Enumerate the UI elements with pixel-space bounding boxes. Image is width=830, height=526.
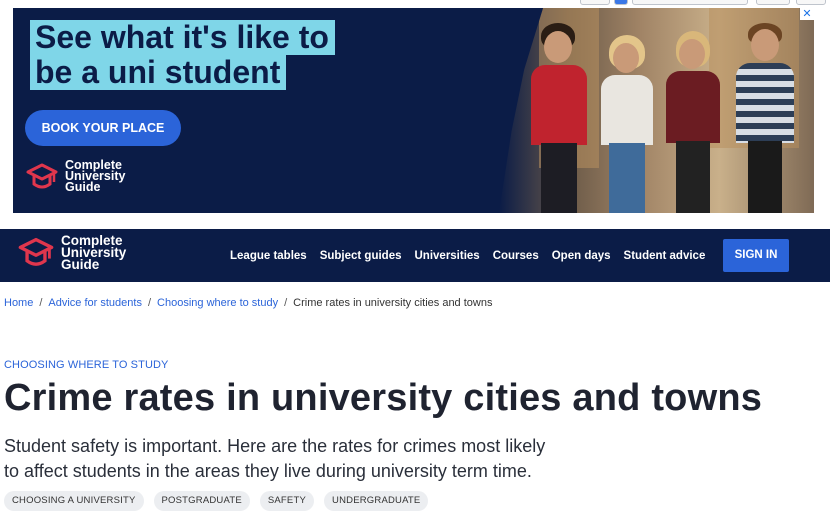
breadcrumb-separator: / bbox=[147, 297, 152, 309]
nav-links: League tables Subject guides Universitie… bbox=[230, 229, 718, 282]
browser-control bbox=[580, 0, 610, 5]
nav-link-subject-guides[interactable]: Subject guides bbox=[320, 250, 402, 262]
ad-headline-line2: be a uni student bbox=[30, 55, 287, 90]
breadcrumb-current: Crime rates in university cities and tow… bbox=[293, 297, 493, 309]
sign-in-button[interactable]: SIGN IN bbox=[723, 239, 789, 272]
breadcrumb: Home / Advice for students / Choosing where … bbox=[4, 297, 492, 309]
page-title: Crime rates in university cities and tow… bbox=[4, 377, 763, 419]
ad-headline: See what it's like to be a uni student bbox=[30, 20, 410, 90]
ad-logo: Complete University Guide bbox=[25, 159, 125, 194]
tag-choosing-a-university[interactable]: CHOOSING A UNIVERSITY bbox=[4, 491, 144, 511]
article-lede-line2: to affect students in the areas they liv… bbox=[4, 461, 532, 481]
nav-link-league-tables[interactable]: League tables bbox=[230, 250, 307, 262]
nav-logo-line3: Guide bbox=[61, 257, 100, 272]
breadcrumb-separator: / bbox=[39, 297, 43, 309]
close-icon[interactable]: ✕ bbox=[800, 8, 814, 20]
breadcrumb-separator: / bbox=[284, 297, 288, 309]
tag-safety[interactable]: SAFETY bbox=[259, 491, 315, 511]
browser-nav-buttons bbox=[756, 0, 790, 5]
graduation-cap-icon bbox=[18, 237, 54, 266]
site-logo[interactable]: Complete University Guide bbox=[17, 234, 126, 272]
browser-button bbox=[796, 0, 826, 5]
nav-link-student-advice[interactable]: Student advice bbox=[624, 250, 706, 262]
tag-undergraduate[interactable]: UNDERGRADUATE bbox=[324, 491, 429, 511]
tag-postgraduate[interactable]: POSTGRADUATE bbox=[153, 491, 250, 511]
browser-search-box bbox=[632, 0, 748, 5]
browser-toggle bbox=[614, 0, 628, 5]
ad-headline-line1: See what it's like to bbox=[30, 20, 335, 55]
article-lede: Student safety is important. Here are th… bbox=[4, 434, 624, 484]
book-your-place-button[interactable]: BOOK YOUR PLACE bbox=[25, 110, 181, 146]
ad-logo-line3: Guide bbox=[65, 180, 101, 194]
ad-photo-students bbox=[499, 8, 814, 213]
nav-link-open-days[interactable]: Open days bbox=[552, 250, 611, 262]
article-lede-line1: Student safety is important. Here are th… bbox=[4, 436, 546, 456]
ad-banner[interactable]: See what it's like to be a uni student B… bbox=[13, 8, 814, 213]
article-category[interactable]: CHOOSING WHERE TO STUDY bbox=[4, 359, 168, 371]
browser-strip bbox=[0, 0, 830, 8]
breadcrumb-advice-for-students[interactable]: Advice for students bbox=[48, 297, 142, 309]
breadcrumb-home[interactable]: Home bbox=[4, 297, 33, 309]
nav-link-universities[interactable]: Universities bbox=[415, 250, 480, 262]
article-tags: CHOOSING A UNIVERSITY POSTGRADUATE SAFET… bbox=[4, 491, 438, 511]
breadcrumb-choosing-where-to-study[interactable]: Choosing where to study bbox=[157, 297, 278, 309]
main-navbar: Complete University Guide League tables … bbox=[0, 229, 830, 282]
graduation-cap-icon bbox=[26, 163, 58, 188]
nav-link-courses[interactable]: Courses bbox=[493, 250, 539, 262]
